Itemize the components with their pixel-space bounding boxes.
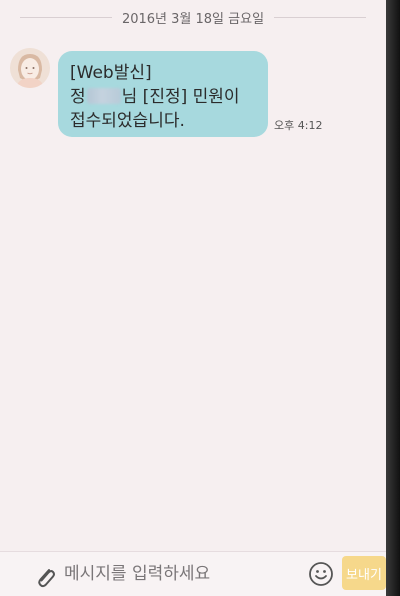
default-avatar-icon[interactable] [10,48,50,88]
paperclip-icon[interactable] [34,564,56,590]
message-line-body-text: 님 [진정] 민원이 [121,87,240,107]
avatar-graphic [10,48,50,88]
message-line-footer: 접수되었습니다. [70,111,185,131]
divider-line-right [274,16,366,18]
device-edge [386,0,400,596]
message-name-prefix: 정 [70,87,86,107]
redacted-name-blur [86,88,121,104]
message-input-bar: 보내기 [0,551,386,596]
divider-line-left [20,16,112,18]
message-input[interactable] [64,558,294,590]
paperclip-graphic [38,569,55,588]
smiley-graphic [309,562,333,586]
message-timestamp: 오후 4:12 [274,119,323,132]
message-line-header: [Web발신] [70,63,152,83]
date-divider-text: 2016년 3월 18일 금요일 [121,11,265,27]
send-button[interactable]: 보내기 [342,556,386,590]
date-divider: 2016년 3월 18일 금요일 [0,8,386,27]
smiley-icon[interactable] [308,561,334,587]
chat-screen: 2016년 3월 18일 금요일 [Web발신] 정 님 [진정] 민원이 접수되… [0,0,387,596]
received-message-bubble[interactable]: [Web발신] 정 님 [진정] 민원이 접수되었습니다. [58,51,268,137]
message-line-body: 정 님 [진정] 민원이 [70,85,258,109]
